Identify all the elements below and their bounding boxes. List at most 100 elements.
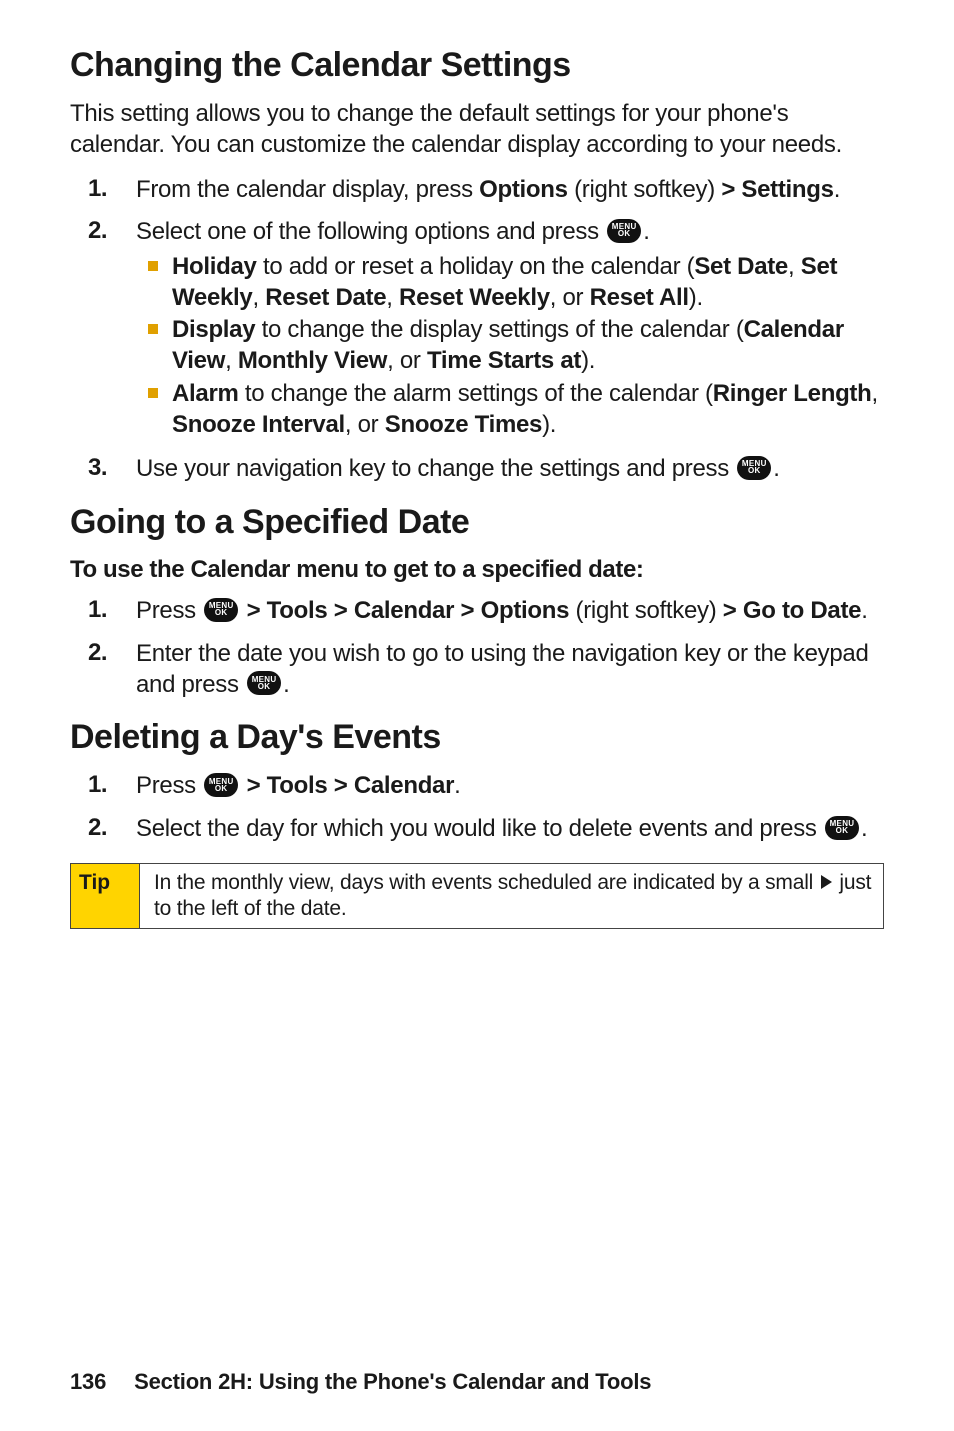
text: , <box>225 347 238 374</box>
text: , <box>788 253 801 280</box>
bold-text: Alarm <box>172 380 239 407</box>
bullet-icon <box>148 261 158 271</box>
page-number: 136 <box>70 1369 106 1394</box>
text: . <box>861 597 867 624</box>
bold-text: Monthly View <box>238 347 387 374</box>
text: , or <box>550 284 590 311</box>
sub-text: Alarm to change the alarm settings of th… <box>172 379 884 440</box>
heading-going-to-date: Going to a Specified Date <box>70 503 884 542</box>
list-item: 2. Enter the date you wish to go to usin… <box>70 639 884 700</box>
list-item: 1. Press MENUOK > Tools > Calendar. <box>70 771 884 802</box>
bold-text: Snooze Interval <box>172 411 345 438</box>
bold-text: Options <box>479 176 568 203</box>
list-item: 3. Use your navigation key to change the… <box>70 454 884 485</box>
heading-changing-calendar: Changing the Calendar Settings <box>70 46 884 85</box>
text: . <box>773 455 779 482</box>
sub-text: Display to change the display settings o… <box>172 315 884 376</box>
text: , or <box>345 411 385 438</box>
step-text: From the calendar display, press Options… <box>136 175 884 206</box>
text: . <box>861 815 867 842</box>
list-item: Display to change the display settings o… <box>148 315 884 376</box>
bold-text: Set Date <box>694 253 788 280</box>
menu-ok-icon: MENUOK <box>204 773 238 797</box>
bold-text: Reset All <box>590 284 689 311</box>
text: Press <box>136 597 202 624</box>
step-number: 1. <box>70 175 136 203</box>
text: Press <box>136 772 202 799</box>
list-item: 2. Select one of the following options a… <box>70 217 884 442</box>
bold-text: Reset Date <box>265 284 386 311</box>
subhead-going-to-date: To use the Calendar menu to get to a spe… <box>70 556 884 584</box>
tip-body: In the monthly view, days with events sc… <box>140 864 883 929</box>
menu-ok-icon: MENUOK <box>247 671 281 695</box>
page: Changing the Calendar Settings This sett… <box>0 0 954 1431</box>
list-item: 2. Select the day for which you would li… <box>70 814 884 845</box>
intro-changing-calendar: This setting allows you to change the de… <box>70 99 884 160</box>
text: , or <box>387 347 427 374</box>
menu-ok-icon: MENUOK <box>204 598 238 622</box>
tip-box: Tip In the monthly view, days with event… <box>70 863 884 930</box>
text: . <box>834 176 840 203</box>
list-item: 1. Press MENUOK > Tools > Calendar > Opt… <box>70 596 884 627</box>
step-number: 2. <box>70 814 136 842</box>
step-text: Use your navigation key to change the se… <box>136 454 884 485</box>
text: Select one of the following options and … <box>136 218 605 245</box>
triangle-icon <box>821 875 832 889</box>
step-number: 1. <box>70 596 136 624</box>
text: . <box>283 671 289 698</box>
text: Select the day for which you would like … <box>136 815 823 842</box>
text: to add or reset a holiday on the calenda… <box>257 253 695 280</box>
text: Enter the date you wish to go to using t… <box>136 640 869 698</box>
text: to change the display settings of the ca… <box>255 316 743 343</box>
list-item: Holiday to add or reset a holiday on the… <box>148 252 884 313</box>
text: (right softkey) <box>568 176 722 203</box>
footer: 136 Section 2H: Using the Phone's Calenda… <box>70 1369 651 1395</box>
bold-text: > Tools > Calendar <box>247 772 455 799</box>
step-text: Press MENUOK > Tools > Calendar > Option… <box>136 596 884 627</box>
bold-text: Time Starts at <box>427 347 581 374</box>
bold-text: Display <box>172 316 255 343</box>
list-item: Alarm to change the alarm settings of th… <box>148 379 884 440</box>
bold-text: > Tools > Calendar > Options <box>247 597 570 624</box>
step-number: 3. <box>70 454 136 482</box>
bold-text: Ringer Length <box>713 380 872 407</box>
text: , <box>252 284 265 311</box>
bold-text: Reset Weekly <box>399 284 550 311</box>
text: (right softkey) <box>569 597 723 624</box>
bold-text: Holiday <box>172 253 257 280</box>
bold-text: > Settings <box>721 176 833 203</box>
list-item: 1. From the calendar display, press Opti… <box>70 175 884 206</box>
text: , <box>386 284 399 311</box>
steps-deleting-events: 1. Press MENUOK > Tools > Calendar. 2. S… <box>70 771 884 844</box>
footer-title: Section 2H: Using the Phone's Calendar a… <box>134 1369 651 1394</box>
sub-list: Holiday to add or reset a holiday on the… <box>136 252 884 440</box>
menu-ok-icon: MENUOK <box>607 219 641 243</box>
bullet-icon <box>148 388 158 398</box>
step-number: 2. <box>70 639 136 667</box>
step-text: Press MENUOK > Tools > Calendar. <box>136 771 884 802</box>
steps-changing-calendar: 1. From the calendar display, press Opti… <box>70 175 884 485</box>
tip-label: Tip <box>71 864 140 929</box>
step-number: 1. <box>70 771 136 799</box>
menu-ok-icon: MENUOK <box>825 816 859 840</box>
heading-deleting-events: Deleting a Day's Events <box>70 718 884 757</box>
text: In the monthly view, days with events sc… <box>154 871 819 894</box>
bullet-icon <box>148 324 158 334</box>
menu-ok-icon: MENUOK <box>737 456 771 480</box>
bold-text: Snooze Times <box>385 411 542 438</box>
text: . <box>454 772 460 799</box>
text: . <box>643 218 649 245</box>
steps-going-to-date: 1. Press MENUOK > Tools > Calendar > Opt… <box>70 596 884 700</box>
text: ). <box>689 284 703 311</box>
sub-text: Holiday to add or reset a holiday on the… <box>172 252 884 313</box>
text: Use your navigation key to change the se… <box>136 455 735 482</box>
text: to change the alarm settings of the cale… <box>239 380 713 407</box>
step-number: 2. <box>70 217 136 245</box>
text: ). <box>542 411 556 438</box>
text: ). <box>581 347 595 374</box>
bold-text: > Go to Date <box>723 597 861 624</box>
text: From the calendar display, press <box>136 176 479 203</box>
text: , <box>871 380 877 407</box>
step-text: Enter the date you wish to go to using t… <box>136 639 884 700</box>
step-text: Select the day for which you would like … <box>136 814 884 845</box>
